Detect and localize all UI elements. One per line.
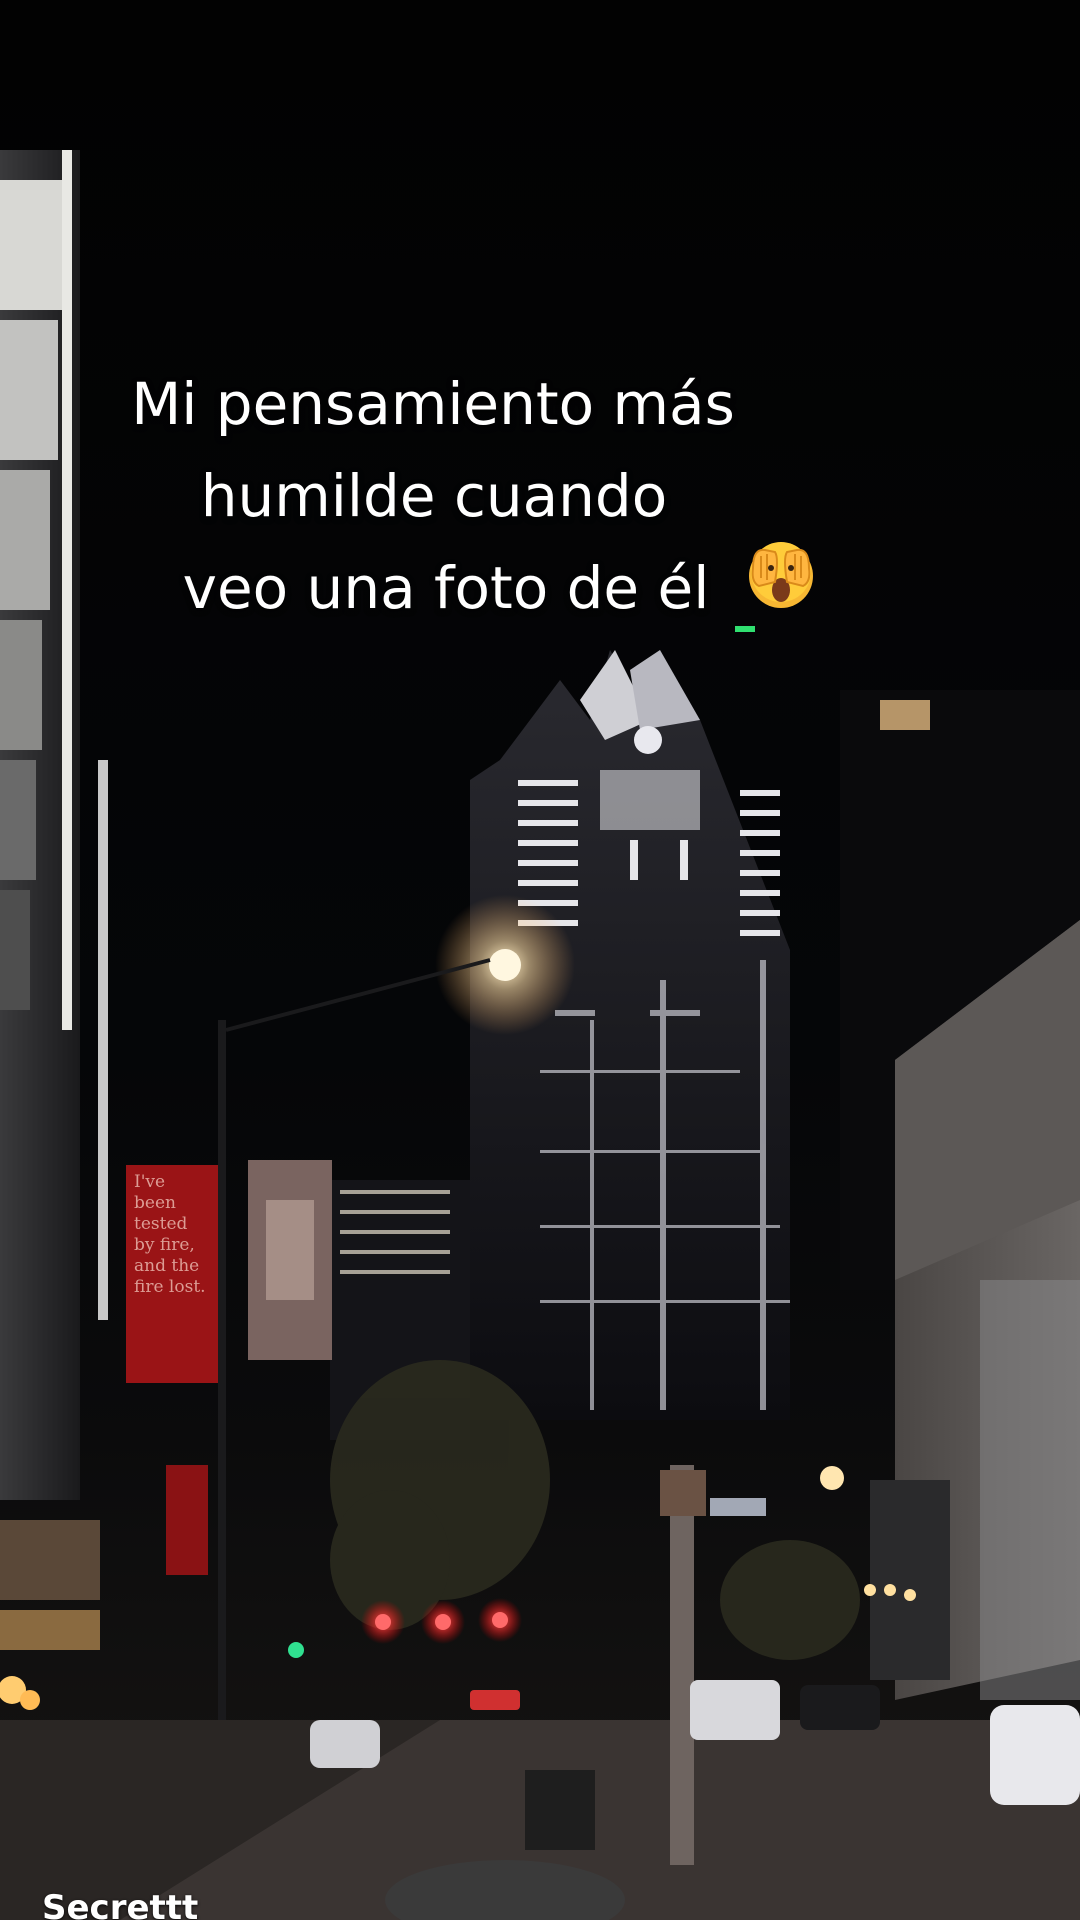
caption-overlay: Mi pensamiento más humilde cuando veo un… [0, 358, 1080, 636]
account-watermark: Secrettt [42, 1888, 199, 1920]
street-banner-quote: I've been tested by fire, and the fire l… [128, 1168, 216, 1382]
face-with-hands-over-eyes-icon [745, 538, 817, 636]
caption-line-2: humilde cuando [200, 462, 668, 530]
street-banner-quote-text: I've been tested by fire, and the fire l… [134, 1172, 206, 1297]
caption-line-1: Mi pensamiento más [131, 370, 735, 438]
video-frame: Mi pensamiento más humilde cuando veo un… [0, 0, 1080, 1920]
night-city-photo [0, 150, 1080, 1920]
caption-line-3: veo una foto de él [0, 541, 1080, 636]
caption-line-3-text: veo una foto de él [182, 554, 710, 622]
